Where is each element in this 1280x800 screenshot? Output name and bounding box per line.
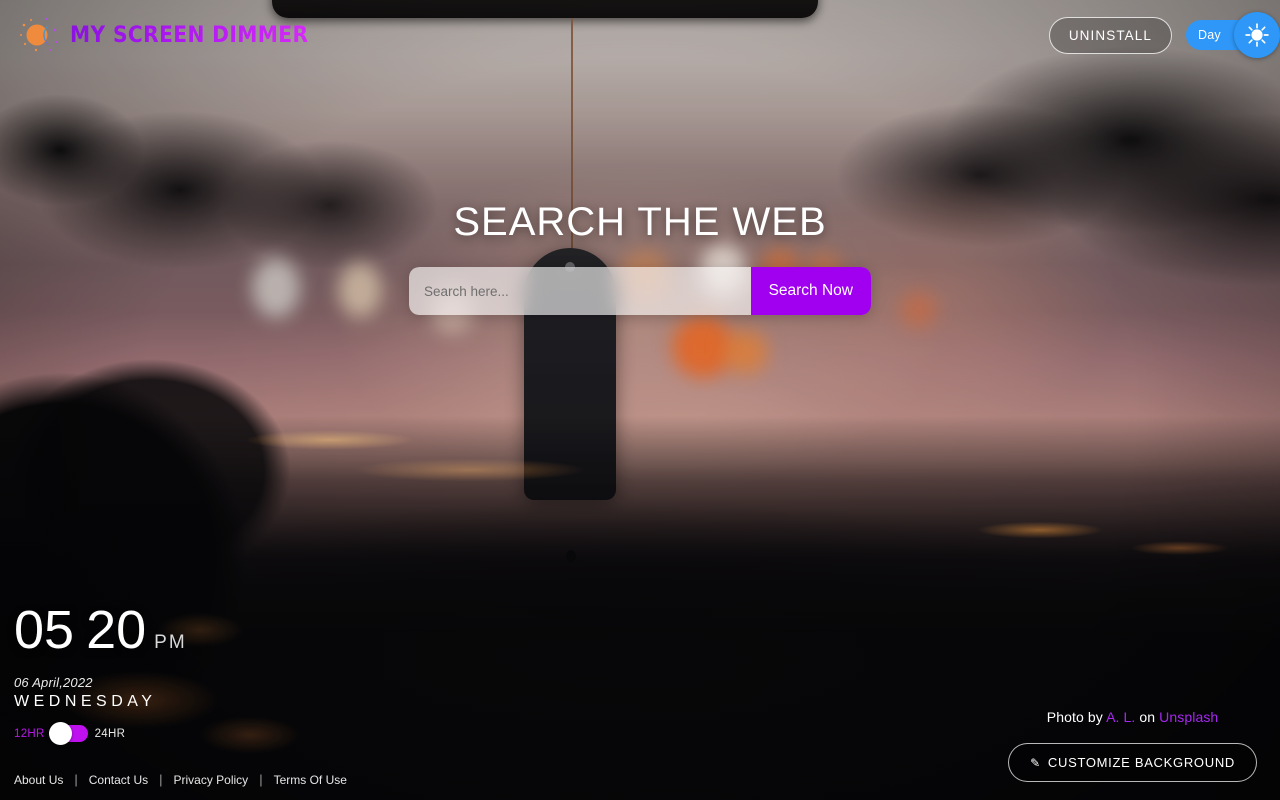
photo-credit-prefix: Photo by	[1046, 709, 1103, 725]
clock-hours: 05	[14, 600, 75, 660]
footer-links: About Us | Contact Us | Privacy Policy |…	[14, 772, 358, 787]
search-now-button[interactable]: Search Now	[750, 267, 871, 315]
footer-link-contact-us[interactable]: Contact Us	[78, 773, 159, 787]
time-format-switch[interactable]	[48, 722, 88, 745]
search-heading: SEARCH THE WEB	[453, 200, 827, 244]
search-input[interactable]	[409, 267, 751, 315]
brand-name: MY SCREEN DIMMER	[70, 22, 309, 48]
customize-background-label: CUSTOMIZE BACKGROUND	[1047, 755, 1235, 770]
format-label-12hr[interactable]: 12HR	[14, 728, 45, 740]
pencil-icon: ✎	[1030, 755, 1041, 770]
search-bar: Search Now	[409, 267, 871, 315]
photo-credit-middle: on	[1139, 709, 1156, 725]
photo-credit-author[interactable]: A. L.	[1106, 709, 1135, 725]
brand-logo[interactable]: MY SCREEN DIMMER	[16, 11, 329, 59]
sun-icon[interactable]	[1234, 12, 1280, 58]
header-actions: UNINSTALL Day	[1048, 12, 1280, 58]
photo-credit: Photo by A. L. on Unsplash	[1047, 709, 1219, 725]
day-night-toggle-label: Day	[1198, 28, 1221, 42]
clock-date: 06 April,2022	[14, 675, 93, 690]
clock-minutes: 20	[86, 600, 147, 660]
customize-background-button[interactable]: ✎ CUSTOMIZE BACKGROUND	[1008, 743, 1257, 782]
page-header: MY SCREEN DIMMER UNINSTALL Day	[0, 0, 1280, 70]
credit-section: Photo by A. L. on Unsplash ✎ CUSTOMIZE B…	[1008, 709, 1257, 782]
search-section: SEARCH THE WEB Search Now	[0, 200, 1280, 315]
clock-widget: 05 20 PM 06 April,2022 WEDNESDAY 12HR 24…	[14, 603, 187, 745]
clock-weekday: WEDNESDAY	[14, 693, 157, 710]
footer-link-about-us[interactable]: About Us	[14, 773, 74, 787]
photo-credit-source[interactable]: Unsplash	[1159, 709, 1218, 725]
time-format-toggle: 12HR 24HR	[14, 722, 187, 745]
sun-moon-icon	[16, 11, 64, 59]
format-label-24hr[interactable]: 24HR	[95, 728, 126, 740]
background-photo	[0, 0, 1280, 800]
background-dim-overlay	[0, 0, 1280, 800]
footer-link-terms-of-use[interactable]: Terms Of Use	[263, 773, 358, 787]
time-format-switch-knob[interactable]	[48, 722, 72, 745]
day-night-toggle[interactable]: Day	[1186, 12, 1280, 58]
clock-meridiem: PM	[154, 632, 187, 653]
clock-time: 05 20 PM	[14, 603, 187, 657]
footer-link-privacy-policy[interactable]: Privacy Policy	[163, 773, 260, 787]
uninstall-button[interactable]: UNINSTALL	[1048, 16, 1172, 54]
